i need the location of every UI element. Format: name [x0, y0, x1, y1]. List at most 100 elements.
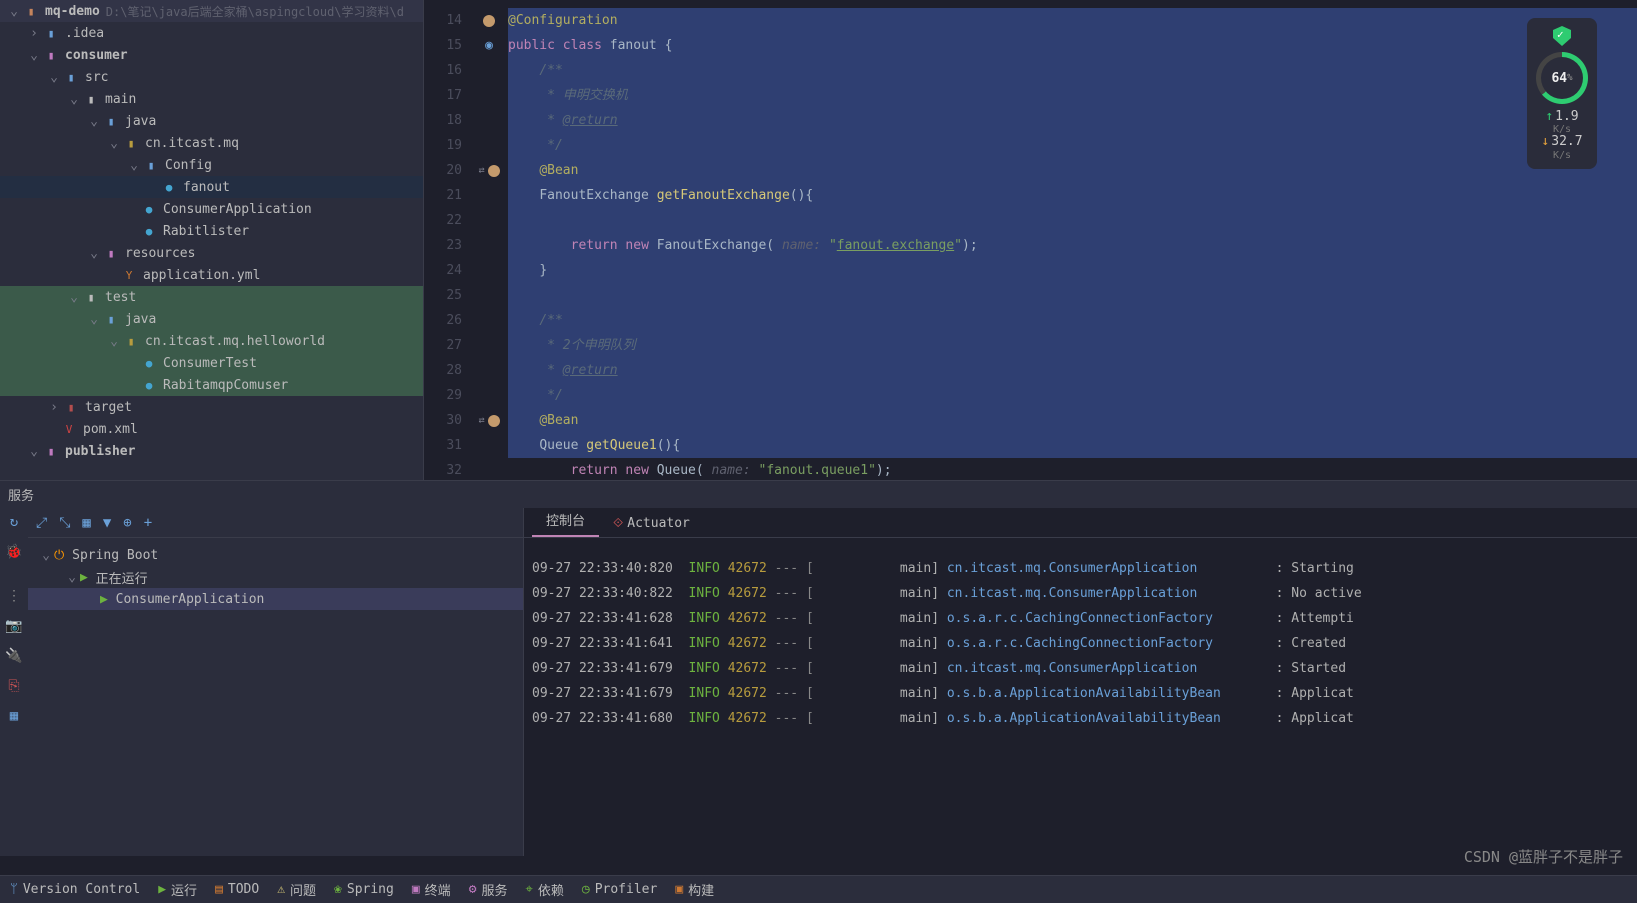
- tree-consumer-app[interactable]: ● ConsumerApplication: [0, 198, 423, 220]
- grid-icon[interactable]: ▦: [82, 515, 90, 531]
- tree-appyml[interactable]: Y application.yml: [0, 264, 423, 286]
- class-icon: ●: [140, 200, 158, 218]
- folder-icon: ▮: [102, 310, 120, 328]
- tree-test[interactable]: ⌄ ▮ test: [0, 286, 423, 308]
- log-line: 09-27 22:33:41:680 INFO 42672 --- [ main…: [532, 706, 1629, 731]
- cpu-gauge: 64%: [1536, 52, 1588, 104]
- tree-label: ConsumerTest: [163, 356, 257, 371]
- log-line: 09-27 22:33:40:820 INFO 42672 --- [ main…: [532, 556, 1629, 581]
- class-icon: ●: [140, 376, 158, 394]
- tree-label: cn.itcast.mq: [145, 136, 239, 151]
- layout-icon[interactable]: ▦: [10, 708, 18, 724]
- left-tool-strip: ↻ 🐞 ⋮ 📷 🔌 ⎘ ▦: [0, 508, 28, 856]
- tree-config[interactable]: ⌄ ▮ Config: [0, 154, 423, 176]
- code-editor[interactable]: 141516 171819 202122 232425 262728 29303…: [424, 0, 1637, 480]
- rerun-icon[interactable]: ↻: [10, 514, 18, 530]
- filter-icon[interactable]: ▼: [103, 515, 111, 531]
- status-run[interactable]: ▶运行: [158, 880, 197, 899]
- console-output[interactable]: 09-27 22:33:40:820 INFO 42672 --- [ main…: [524, 538, 1637, 856]
- project-tree[interactable]: ⌄ ▮ mq-demo D:\笔记\java后端全家桶\aspingcloud\…: [0, 0, 424, 480]
- svc-app[interactable]: ▶ ConsumerApplication: [28, 588, 523, 610]
- tree-label: RabitamqpComuser: [163, 378, 288, 393]
- code-lines[interactable]: @Configuration public class fanout { /**…: [508, 0, 1637, 480]
- status-spring[interactable]: ❀Spring: [334, 882, 394, 897]
- module-icon: ▮: [42, 442, 60, 460]
- bean-icon[interactable]: [483, 15, 495, 27]
- tree-rabitamqp[interactable]: ● RabitamqpComuser: [0, 374, 423, 396]
- status-build[interactable]: ▣构建: [675, 880, 714, 899]
- power-icon: ⏻: [54, 548, 64, 563]
- exit-icon[interactable]: ⎘: [8, 678, 19, 694]
- folder-icon: ▮: [102, 112, 120, 130]
- play-icon: ▶: [100, 592, 108, 607]
- tree-consumer-test[interactable]: ● ConsumerTest: [0, 352, 423, 374]
- expand-icon[interactable]: ⤢: [36, 515, 47, 531]
- todo-icon: ▤: [215, 882, 223, 897]
- tree-resources[interactable]: ⌄ ▮ resources: [0, 242, 423, 264]
- tab-actuator[interactable]: ⟐Actuator: [599, 510, 704, 537]
- status-vcs[interactable]: ᛘVersion Control: [10, 882, 140, 897]
- chevron-down-icon: ⌄: [26, 444, 42, 459]
- status-terminal[interactable]: ▣终端: [412, 880, 451, 899]
- chevron-down-icon: ⌄: [106, 334, 122, 349]
- terminal-icon: ▣: [412, 882, 420, 897]
- camera-icon[interactable]: 📷: [5, 618, 22, 634]
- tree-label: consumer: [65, 48, 128, 63]
- more-icon[interactable]: ⋮: [7, 588, 21, 604]
- collapse-icon[interactable]: ⤡: [59, 515, 70, 531]
- svc-running[interactable]: ⌄ ▶ 正在运行: [28, 566, 523, 588]
- status-services[interactable]: ⚙服务: [469, 880, 508, 899]
- add-config-icon[interactable]: ⊕: [123, 515, 131, 531]
- tree-test-pkg[interactable]: ⌄ ▮ cn.itcast.mq.helloworld: [0, 330, 423, 352]
- tree-main[interactable]: ⌄ ▮ main: [0, 88, 423, 110]
- module-icon: ▮: [42, 46, 60, 64]
- status-todo[interactable]: ▤TODO: [215, 882, 259, 897]
- tree-fanout[interactable]: ● fanout: [0, 176, 423, 198]
- tree-label: .idea: [65, 26, 104, 41]
- status-profiler[interactable]: ◷Profiler: [582, 882, 657, 897]
- tree-consumer[interactable]: ⌄ ▮ consumer: [0, 44, 423, 66]
- plug-icon[interactable]: 🔌: [5, 648, 22, 664]
- system-monitor[interactable]: 64% 1.9K/s 32.7K/s: [1527, 18, 1597, 169]
- tree-label: test: [105, 290, 136, 305]
- services-title-bar[interactable]: 服务: [0, 480, 1637, 508]
- debug-icon[interactable]: 🐞: [5, 544, 22, 560]
- collapse-icon[interactable]: ⇄: [478, 165, 484, 176]
- tree-label: application.yml: [143, 268, 260, 283]
- tree-publisher[interactable]: ⌄ ▮ publisher: [0, 440, 423, 462]
- tree-src[interactable]: ⌄ ▮ src: [0, 66, 423, 88]
- tree-idea[interactable]: › ▮ .idea: [0, 22, 423, 44]
- chevron-down-icon: ⌄: [86, 246, 102, 261]
- status-deps[interactable]: ⌖依赖: [526, 880, 564, 899]
- bean-icon[interactable]: [488, 415, 500, 427]
- svc-root[interactable]: ⌄ ⏻ Spring Boot: [28, 544, 523, 566]
- plus-icon[interactable]: +: [144, 515, 152, 531]
- actuator-icon: ⟐: [613, 516, 623, 531]
- tree-pom[interactable]: V pom.xml: [0, 418, 423, 440]
- tree-rabit[interactable]: ● Rabitlister: [0, 220, 423, 242]
- log-line: 09-27 22:33:40:822 INFO 42672 --- [ main…: [532, 581, 1629, 606]
- status-problems[interactable]: ⚠问题: [277, 880, 316, 899]
- tree-root[interactable]: ⌄ ▮ mq-demo D:\笔记\java后端全家桶\aspingcloud\…: [0, 0, 423, 22]
- status-bar: ᛘVersion Control ▶运行 ▤TODO ⚠问题 ❀Spring ▣…: [0, 875, 1637, 903]
- bean-icon[interactable]: [488, 165, 500, 177]
- services-toolbar: ⤢ ⤡ ▦ ▼ ⊕ +: [28, 508, 523, 538]
- chevron-down-icon: ⌄: [66, 92, 82, 107]
- folder-icon: ▮: [62, 398, 80, 416]
- chevron-right-icon: ›: [26, 26, 42, 41]
- class-icon: ●: [140, 222, 158, 240]
- services-icon: ⚙: [469, 882, 477, 897]
- tree-pkg[interactable]: ⌄ ▮ cn.itcast.mq: [0, 132, 423, 154]
- collapse-icon[interactable]: ⇄: [478, 415, 484, 426]
- tree-test-java[interactable]: ⌄ ▮ java: [0, 308, 423, 330]
- tree-label: publisher: [65, 444, 135, 459]
- implement-icon[interactable]: ◉: [485, 38, 493, 53]
- profiler-icon: ◷: [582, 882, 590, 897]
- chevron-down-icon: ⌄: [6, 4, 22, 19]
- services-tree[interactable]: ⌄ ⏻ Spring Boot ⌄ ▶ 正在运行 ▶ ConsumerAppli…: [28, 538, 523, 610]
- tree-target[interactable]: › ▮ target: [0, 396, 423, 418]
- chevron-down-icon: ⌄: [86, 312, 102, 327]
- deps-icon: ⌖: [526, 882, 533, 897]
- tree-java[interactable]: ⌄ ▮ java: [0, 110, 423, 132]
- tab-console[interactable]: 控制台: [532, 504, 599, 537]
